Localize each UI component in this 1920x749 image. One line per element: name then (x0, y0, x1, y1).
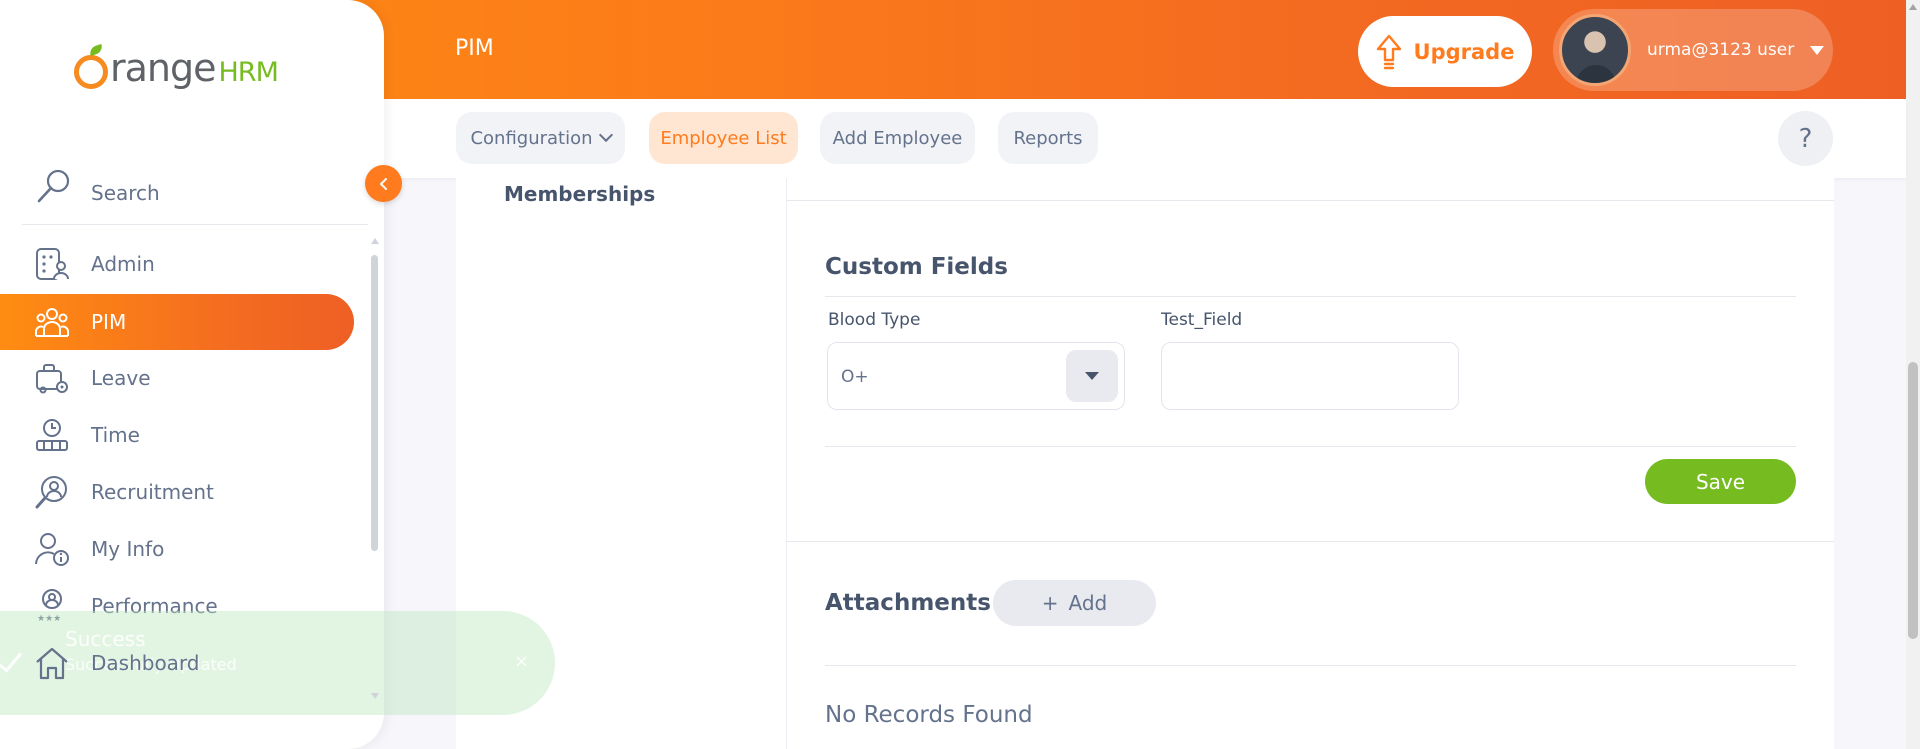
empty-state-text: No Records Found (825, 702, 1033, 728)
search-label: Search (91, 181, 160, 205)
sidebar-collapse-button[interactable] (365, 165, 402, 202)
sidebar-scroll-up-icon[interactable] (371, 238, 379, 244)
tab-add-employee[interactable]: Add Employee (820, 112, 975, 164)
dashboard-icon (36, 647, 68, 680)
window-scroll-up-icon[interactable] (1909, 4, 1917, 10)
sidebar-scroll-down-icon[interactable] (371, 693, 379, 699)
sidebar-item-dashboard[interactable]: Dashboard (0, 635, 354, 691)
sidebar-item-label: Time (91, 423, 140, 447)
sidebar-item-time[interactable]: Time (0, 407, 354, 463)
divider (825, 446, 1796, 447)
page-title: PIM (455, 36, 494, 61)
logo-text: range (110, 46, 216, 90)
sidebar-scrollbar-thumb[interactable] (371, 255, 378, 551)
caret-down-icon (1810, 45, 1825, 55)
plus-icon: + (1041, 591, 1059, 615)
test-field-label: Test_Field (1161, 310, 1243, 330)
tab-label: Employee List (660, 127, 787, 149)
sidebar-item-admin[interactable]: Admin (0, 236, 354, 292)
sidebar-item-recruitment[interactable]: Recruitment (0, 464, 354, 520)
blood-type-value: O+ (841, 367, 869, 387)
memberships-link[interactable]: Memberships (504, 182, 655, 206)
tab-employee-list[interactable]: Employee List (649, 112, 798, 164)
sidebar-item-label: My Info (91, 537, 165, 561)
sidebar-item-label: Dashboard (91, 651, 200, 675)
time-icon (36, 419, 68, 451)
logo-text-hrm: HRM (218, 56, 279, 88)
test-field-input[interactable] (1161, 342, 1459, 410)
sidebar-item-my-info[interactable]: My Info (0, 521, 354, 577)
save-button[interactable]: Save (1645, 459, 1796, 504)
custom-fields-title: Custom Fields (825, 254, 1008, 280)
sidebar-item-label: Admin (91, 252, 155, 276)
tab-reports[interactable]: Reports (998, 112, 1098, 164)
search-icon (37, 169, 70, 203)
chevron-down-icon (598, 127, 613, 143)
divider (786, 541, 1834, 542)
admin-icon (36, 248, 69, 280)
sidebar-item-label: Recruitment (91, 480, 214, 504)
tab-configuration[interactable]: Configuration (456, 112, 625, 164)
sidebar-item-label: Leave (91, 366, 151, 390)
blood-type-label: Blood Type (828, 310, 921, 330)
caret-down-icon (1085, 372, 1099, 380)
pim-icon (35, 308, 69, 337)
add-attachment-button[interactable]: + Add (993, 580, 1156, 626)
sidebar-item-leave[interactable]: Leave (0, 350, 354, 406)
sidebar-search[interactable]: Search (22, 160, 368, 225)
my-info-icon (35, 533, 69, 566)
leave-icon (36, 364, 68, 394)
tab-label: Configuration (470, 127, 593, 149)
divider (786, 200, 1834, 201)
chevron-left-icon (379, 177, 387, 190)
user-dropdown[interactable]: urma@3123 user (1553, 9, 1833, 91)
attachments-title: Attachments (825, 590, 991, 616)
tab-label: Reports (1013, 127, 1083, 149)
avatar (1559, 14, 1631, 86)
close-icon[interactable]: × (514, 651, 529, 672)
window-scrollbar-thumb[interactable] (1908, 362, 1918, 639)
recruitment-icon (35, 476, 67, 509)
user-name: urma@3123 user (1647, 40, 1795, 60)
orangehrm-logo[interactable]: range HRM (74, 46, 279, 90)
divider (825, 296, 1796, 297)
select-toggle[interactable] (1066, 350, 1118, 402)
upgrade-arrow-icon (1376, 34, 1401, 69)
blood-type-select[interactable]: O+ (827, 342, 1125, 410)
divider (825, 665, 1796, 666)
upgrade-button[interactable]: Upgrade (1358, 16, 1532, 87)
sidebar-item-pim[interactable]: PIM (0, 294, 354, 350)
orange-logo-icon (74, 55, 108, 89)
sidebar-item-label: PIM (91, 310, 127, 334)
add-label: Add (1068, 591, 1108, 615)
upgrade-label: Upgrade (1413, 39, 1515, 64)
tab-label: Add Employee (832, 127, 963, 149)
help-button[interactable]: ? (1778, 111, 1833, 166)
